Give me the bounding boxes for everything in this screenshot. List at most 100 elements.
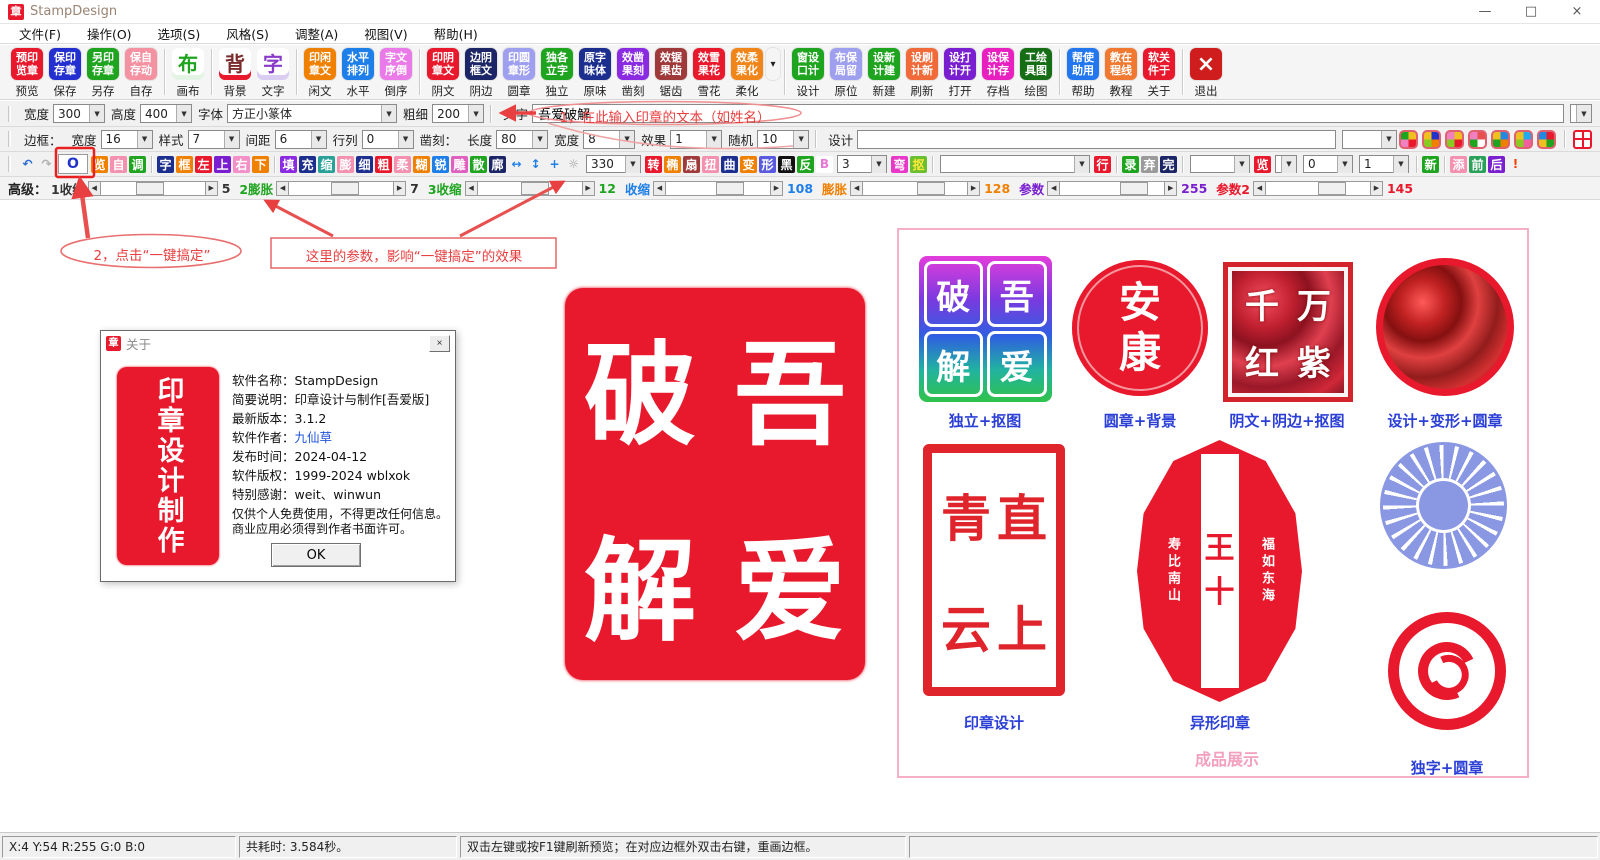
tool-chip[interactable]: 膨: [337, 156, 354, 173]
slider-thumb[interactable]: [1120, 182, 1148, 195]
color-preset[interactable]: [1537, 130, 1556, 149]
toolbar-button[interactable]: 设保计存 存档: [979, 48, 1017, 99]
toolbar-button[interactable]: 效锯果齿 锯齿: [652, 48, 690, 99]
transform-chip[interactable]: 扭: [702, 156, 719, 173]
slider-thumb[interactable]: [917, 182, 945, 195]
slider-track[interactable]: [1060, 181, 1164, 196]
transform-chip[interactable]: 变: [740, 156, 757, 173]
grid-layout-icon[interactable]: [1573, 130, 1592, 149]
text-options-select[interactable]: ▼: [1570, 104, 1592, 123]
toolbar-button[interactable]: 印阴章文 阴文: [424, 48, 462, 99]
slider-right-arrow[interactable]: ▶: [1370, 181, 1383, 196]
chisel-length-select[interactable]: 80▼: [496, 130, 548, 149]
toolbar-button[interactable]: 效柔果化 柔化: [728, 48, 766, 99]
template-select[interactable]: ▼: [940, 155, 1090, 173]
history-button[interactable]: ↷: [38, 156, 55, 173]
preview-mini-select[interactable]: ▼: [1275, 155, 1297, 173]
border-style-select[interactable]: 7▼: [188, 130, 240, 149]
tool-chip[interactable]: 柔: [394, 156, 411, 173]
slider-left-arrow[interactable]: ◀: [88, 181, 101, 196]
toolbar-button[interactable]: × 退出: [1187, 48, 1225, 99]
toolbar-button[interactable]: 预印览章 预览: [8, 48, 46, 99]
tool-chip[interactable]: ↕: [527, 156, 544, 173]
transform-chip[interactable]: 椭: [664, 156, 681, 173]
tool-chip[interactable]: 左: [195, 156, 212, 173]
menu-item[interactable]: 视图(V): [351, 22, 420, 45]
design-input[interactable]: [857, 130, 1336, 149]
action-chip[interactable]: 行: [1094, 156, 1111, 173]
color-preset[interactable]: [1422, 130, 1441, 149]
menu-item[interactable]: 风格(S): [213, 22, 282, 45]
close-button[interactable]: ×: [1554, 0, 1600, 23]
tool-chip[interactable]: 上: [214, 156, 231, 173]
toolbar-button[interactable]: 设新计建 新建: [865, 48, 903, 99]
design-preset-select[interactable]: ▼: [1342, 130, 1397, 149]
tool-chip[interactable]: 调: [129, 156, 146, 173]
toolbar-button[interactable]: 效凿果刻 凿刻: [614, 48, 652, 99]
tool-chip[interactable]: 糊: [413, 156, 430, 173]
toolbar-button[interactable]: 保自存动 自存: [122, 48, 160, 99]
menu-item[interactable]: 操作(O): [74, 22, 145, 45]
layer-chip[interactable]: 前: [1469, 156, 1486, 173]
font-select[interactable]: 方正小篆体▼: [227, 104, 397, 123]
history-button[interactable]: ↶: [19, 156, 36, 173]
tool-chip[interactable]: 览: [91, 156, 108, 173]
action-chip[interactable]: 完: [1160, 156, 1177, 173]
tool-chip[interactable]: 缩: [318, 156, 335, 173]
tool-chip[interactable]: 粗: [375, 156, 392, 173]
tool-chip[interactable]: 填: [280, 156, 297, 173]
slider-track[interactable]: [863, 181, 967, 196]
menu-item[interactable]: 调整(A): [282, 22, 351, 45]
action-chip[interactable]: 录: [1122, 156, 1139, 173]
slider-left-arrow[interactable]: ◀: [653, 181, 666, 196]
slider-right-arrow[interactable]: ▶: [582, 181, 595, 196]
toolbar-button[interactable]: 原字味体 原味: [576, 48, 614, 99]
menu-item[interactable]: 选项(S): [145, 22, 214, 45]
slider-left-arrow[interactable]: ◀: [465, 181, 478, 196]
slider-thumb[interactable]: [716, 182, 744, 195]
toolbar-button[interactable]: 印圆章形 圆章: [500, 48, 538, 99]
toolbar-button[interactable]: 另印存章 另存: [84, 48, 122, 99]
layer-chip[interactable]: 新: [1422, 156, 1439, 173]
slider-track[interactable]: [289, 181, 393, 196]
toolbar-button[interactable]: 设刷计新 刷新: [903, 48, 941, 99]
transform-chip[interactable]: 形: [759, 156, 776, 173]
slider-right-arrow[interactable]: ▶: [770, 181, 783, 196]
dialog-close-button[interactable]: ×: [429, 335, 450, 352]
slider-left-arrow[interactable]: ◀: [276, 181, 289, 196]
level-select[interactable]: 3▼: [837, 155, 887, 173]
tool-chip[interactable]: ↔: [508, 156, 525, 173]
toolbar-button[interactable]: 窗设口计 设计: [789, 48, 827, 99]
slider-track[interactable]: [101, 181, 205, 196]
transform-chip[interactable]: 黑: [778, 156, 795, 173]
slider-track[interactable]: [478, 181, 582, 196]
tool-chip[interactable]: 细: [356, 156, 373, 173]
toolbar-button[interactable]: 字文序倒 倒序: [377, 48, 415, 99]
tool-chip[interactable]: 雕: [451, 156, 468, 173]
shape-chip[interactable]: 弯: [891, 156, 908, 173]
toolbar-button[interactable]: 独各立字 独立: [538, 48, 576, 99]
rowcol-select[interactable]: 0▼: [362, 130, 414, 149]
tool-chip[interactable]: 充: [299, 156, 316, 173]
toolbar-button[interactable]: 效雪果花 雪花: [690, 48, 728, 99]
toolbar-button[interactable]: 帮使助用 帮助: [1064, 48, 1102, 99]
slider-right-arrow[interactable]: ▶: [967, 181, 980, 196]
slider-track[interactable]: [666, 181, 770, 196]
tool-chip[interactable]: 廓: [489, 156, 506, 173]
tool-chip[interactable]: 锐: [432, 156, 449, 173]
slider-thumb[interactable]: [1318, 182, 1346, 195]
toolbar-button[interactable]: 工绘具图 绘图: [1017, 48, 1055, 99]
slider-right-arrow[interactable]: ▶: [393, 181, 406, 196]
toolbar-button[interactable]: 字 文字: [254, 48, 292, 99]
color-preset[interactable]: [1468, 130, 1487, 149]
menu-item[interactable]: 帮助(H): [421, 22, 491, 45]
tool-chip[interactable]: 下: [252, 156, 269, 173]
maximize-button[interactable]: □: [1508, 0, 1554, 23]
transform-chip[interactable]: 转: [645, 156, 662, 173]
tool-chip[interactable]: 自: [110, 156, 127, 173]
transform-chip[interactable]: 曲: [721, 156, 738, 173]
tool-chip[interactable]: 字: [157, 156, 174, 173]
weight-select[interactable]: 200▼: [432, 104, 484, 123]
ok-button[interactable]: OK: [271, 543, 361, 567]
effect-select[interactable]: 1▼: [670, 130, 722, 149]
